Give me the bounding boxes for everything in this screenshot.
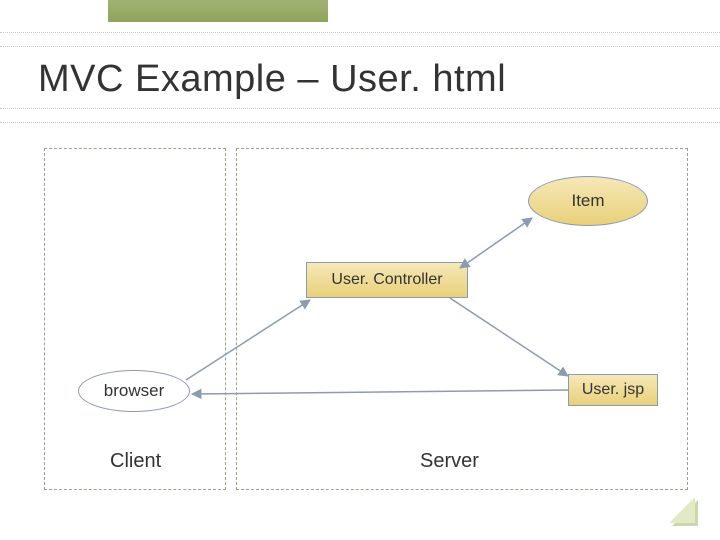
node-item: Item [528, 176, 648, 226]
client-zone [44, 148, 226, 490]
page-curl-icon [672, 500, 698, 526]
client-label: Client [110, 450, 161, 473]
rule [0, 108, 720, 109]
slide: MVC Example – User. html Item User. Cont… [0, 0, 720, 540]
node-userjsp: User. jsp [568, 374, 658, 406]
rule [0, 32, 720, 33]
node-controller: User. Controller [306, 262, 468, 298]
rule [0, 46, 720, 47]
rule [0, 122, 720, 123]
header-accent [108, 0, 328, 22]
slide-title: MVC Example – User. html [38, 58, 506, 101]
server-label: Server [420, 450, 479, 473]
node-browser: browser [78, 370, 190, 412]
